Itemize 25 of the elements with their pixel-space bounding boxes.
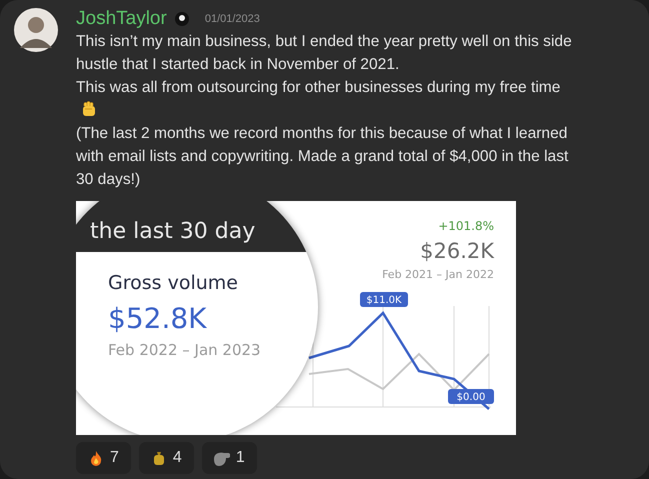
magnified-caption: the last 30 day <box>90 219 256 244</box>
gross-volume-title: Gross volume <box>108 272 239 294</box>
fist-icon <box>81 101 97 117</box>
reaction-button[interactable]: 1 <box>202 442 257 474</box>
author-name[interactable]: JoshTaylor <box>76 8 167 30</box>
gross-volume-total: $52.8K <box>108 302 208 335</box>
reaction-button[interactable]: 7 <box>76 442 131 474</box>
previous-total: $26.2K <box>420 239 494 263</box>
change-percent: +101.8% <box>438 219 494 233</box>
ball-icon <box>174 12 189 26</box>
message-text: This isn’t my main business, but I ended the year pretty well on this side hustle that I started back in November of 2021. <box>76 33 572 73</box>
peak-value-tag: $11.0K <box>360 292 408 307</box>
message-text: This was all from outsourcing for other businesses during my free time <box>76 79 560 96</box>
fire-icon <box>88 450 104 466</box>
reaction-button[interactable]: 4 <box>138 442 194 474</box>
gross-volume-range: Feb 2022 – Jan 2023 <box>108 341 262 359</box>
reaction-count: 7 <box>110 449 119 467</box>
message-date: 01/01/2023 <box>204 13 260 25</box>
previous-range: Feb 2021 – Jan 2022 <box>382 268 494 281</box>
message-text: (The last 2 months we record months for this because of what I learned with email lists and copywriting. Made a grand total of $4,000 in the last 30 days!) <box>76 125 568 188</box>
reaction-count: 1 <box>236 449 245 467</box>
screenshot-image[interactable]: +101.8% $26.2K Feb 2021 – Jan 2022 $11.0K $0.00 the last 30 day Gross volume $52.8K Feb 2022 – Jan 2023 <box>76 201 516 435</box>
avatar-icon <box>14 8 58 52</box>
reaction-count: 4 <box>172 449 182 467</box>
end-value-tag: $0.00 <box>448 389 494 404</box>
